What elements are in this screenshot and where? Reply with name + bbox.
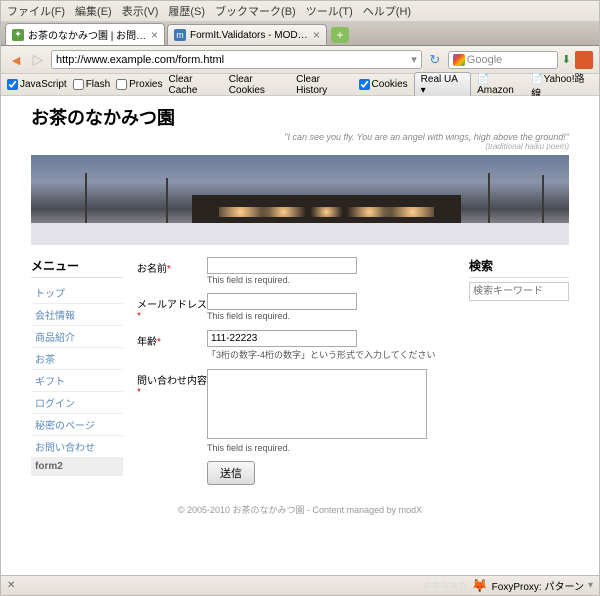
foxyproxy-label[interactable]: FoxyProxy: パターン xyxy=(492,578,584,593)
clear-cache-button[interactable]: Clear Cache xyxy=(169,74,223,96)
sidebar-heading: メニュー xyxy=(31,257,123,278)
save-icon[interactable]: ⬇ xyxy=(562,53,571,66)
message-error: This field is required. xyxy=(207,443,455,453)
dev-toolbar: JavaScript Flash Proxies Clear Cache Cle… xyxy=(1,74,599,96)
email-label: メールアドレス* xyxy=(137,293,207,322)
proxies-toggle[interactable]: Proxies xyxy=(116,79,162,90)
foxyproxy-icon[interactable]: 🦊 xyxy=(471,578,487,594)
amazon-bookmark[interactable]: 📄Amazon xyxy=(477,74,525,96)
url-input[interactable] xyxy=(56,54,411,66)
nav-toolbar: ◄ ▷ ▾ ↻ Google ⬇ xyxy=(1,46,599,74)
chevron-down-icon[interactable]: ▾ xyxy=(588,580,593,591)
star-icons[interactable]: ☆☆☆☆☆ xyxy=(423,580,468,591)
flash-toggle[interactable]: Flash xyxy=(73,79,110,90)
menu-bookmarks[interactable]: ブックマーク(B) xyxy=(215,3,296,19)
status-close-icon[interactable]: ✕ xyxy=(7,580,15,591)
tab-1[interactable]: ✦ お茶のなかみつ園 | お問い合... × xyxy=(5,23,165,45)
menu-item-form2[interactable]: form2 xyxy=(31,458,123,476)
browser-window: ファイル(F) 編集(E) 表示(V) 履歴(S) ブックマーク(B) ツール(… xyxy=(0,0,600,596)
message-label: 問い合わせ内容* xyxy=(137,369,207,453)
status-bar: ✕ ☆☆☆☆☆ 🦊 FoxyProxy: パターン ▾ xyxy=(1,575,599,595)
close-icon[interactable]: × xyxy=(313,28,320,42)
search-column: 検索 xyxy=(469,257,569,485)
name-error: This field is required. xyxy=(207,275,455,285)
site-title: お茶のなかみつ園 xyxy=(31,104,569,130)
main-form: お名前* This field is required. メールアドレス* Th… xyxy=(137,257,455,485)
menu-item-contact[interactable]: お問い合わせ xyxy=(31,436,123,458)
new-tab-button[interactable]: + xyxy=(331,27,349,43)
google-icon xyxy=(453,54,465,66)
favicon-icon: ✦ xyxy=(12,29,24,41)
banner-image xyxy=(31,155,569,245)
search-engine-label: Google xyxy=(467,54,502,66)
tab-label: お茶のなかみつ園 | お問い合... xyxy=(28,27,147,42)
search-heading: 検索 xyxy=(469,257,569,278)
age-label: 年齢* xyxy=(137,330,207,361)
menu-item-secret[interactable]: 秘密のページ xyxy=(31,414,123,436)
message-textarea[interactable] xyxy=(207,369,427,439)
menu-help[interactable]: ヘルプ(H) xyxy=(363,3,411,19)
home-button[interactable] xyxy=(575,51,593,69)
email-error: This field is required. xyxy=(207,311,455,321)
tab-bar: ✦ お茶のなかみつ園 | お問い合... × m FormIt.Validato… xyxy=(1,22,599,46)
email-input[interactable] xyxy=(207,293,357,310)
url-bar[interactable]: ▾ xyxy=(51,50,422,69)
back-button[interactable]: ◄ xyxy=(7,51,25,69)
search-box[interactable]: Google xyxy=(448,51,558,69)
clear-history-button[interactable]: Clear History xyxy=(296,74,352,96)
menu-file[interactable]: ファイル(F) xyxy=(7,3,65,19)
reload-button[interactable]: ↻ xyxy=(426,51,444,69)
yahoo-bookmark[interactable]: 📄Yahoo!路線 xyxy=(531,70,593,100)
sidebar: メニュー トップ 会社情報 商品紹介 お茶 ギフト ログイン 秘密のページ お問… xyxy=(31,257,123,485)
name-input[interactable] xyxy=(207,257,357,274)
page-content: お茶のなかみつ園 "I can see you fly. You are an … xyxy=(1,96,599,575)
clear-cookies-button[interactable]: Clear Cookies xyxy=(229,74,290,96)
menu-item-products[interactable]: 商品紹介 xyxy=(31,326,123,348)
search-input[interactable] xyxy=(469,282,569,301)
name-label: お名前* xyxy=(137,257,207,285)
submit-button[interactable]: 送信 xyxy=(207,461,255,485)
menu-item-top[interactable]: トップ xyxy=(31,282,123,304)
menubar: ファイル(F) 編集(E) 表示(V) 履歴(S) ブックマーク(B) ツール(… xyxy=(1,1,599,22)
js-toggle[interactable]: JavaScript xyxy=(7,79,67,90)
menu-history[interactable]: 履歴(S) xyxy=(168,3,205,19)
dropdown-icon[interactable]: ▾ xyxy=(411,53,417,66)
forward-button[interactable]: ▷ xyxy=(29,51,47,69)
menu-list: トップ 会社情報 商品紹介 お茶 ギフト ログイン 秘密のページ お問い合わせ … xyxy=(31,282,123,476)
close-icon[interactable]: × xyxy=(151,28,158,42)
tab-label: FormIt.Validators - MODx A... xyxy=(190,30,309,41)
menu-item-gift[interactable]: ギフト xyxy=(31,370,123,392)
menu-edit[interactable]: 編集(E) xyxy=(75,3,112,19)
menu-item-company[interactable]: 会社情報 xyxy=(31,304,123,326)
menu-item-tea[interactable]: お茶 xyxy=(31,348,123,370)
cookies-toggle[interactable]: Cookies xyxy=(359,79,408,90)
age-hint: 「3桁の数字-4桁の数字」という形式で入力してください xyxy=(207,348,455,361)
tab-2[interactable]: m FormIt.Validators - MODx A... × xyxy=(167,24,327,45)
favicon-icon: m xyxy=(174,29,186,41)
ua-select[interactable]: Real UA ▾ xyxy=(414,72,471,98)
menu-view[interactable]: 表示(V) xyxy=(122,3,159,19)
page-footer: © 2005-2010 お茶のなかみつ園 - Content managed b… xyxy=(31,503,569,516)
age-input[interactable] xyxy=(207,330,357,347)
menu-item-login[interactable]: ログイン xyxy=(31,392,123,414)
tagline: "I can see you fly. You are an angel wit… xyxy=(31,132,569,151)
menu-tools[interactable]: ツール(T) xyxy=(306,3,353,19)
